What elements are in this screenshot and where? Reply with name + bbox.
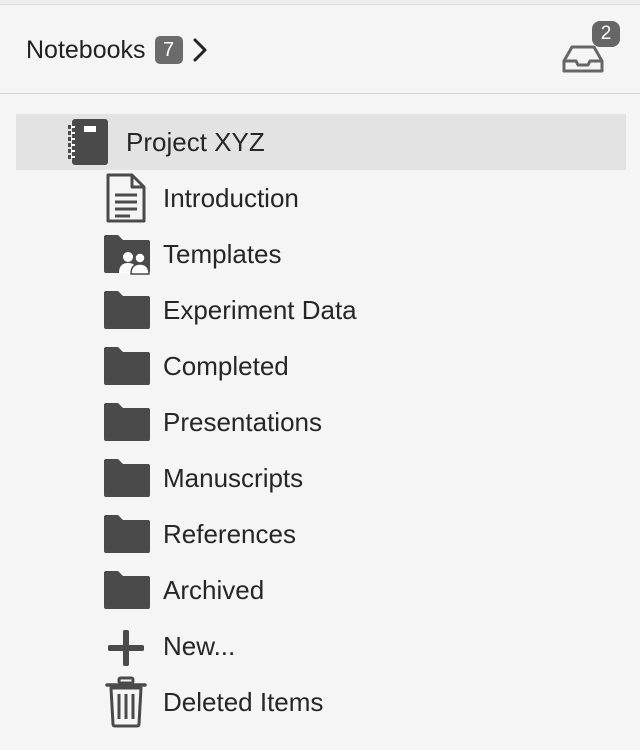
tree-item-introduction[interactable]: Introduction [16, 170, 626, 226]
tree-item-label: Completed [163, 350, 289, 381]
notebooks-link[interactable]: Notebooks 7 [26, 33, 209, 67]
folder-icon [104, 459, 150, 497]
tree-item-label: Deleted Items [163, 686, 324, 717]
document-icon [106, 173, 146, 223]
shared-folder-icon [104, 235, 150, 275]
tree-item-label: Manuscripts [163, 462, 304, 493]
tree-item-label: Archived [163, 574, 265, 605]
tree-item-new[interactable]: New... [16, 618, 626, 674]
inbox-button[interactable]: 2 [556, 21, 622, 79]
notebooks-label: Notebooks [26, 35, 146, 64]
folder-icon [104, 403, 150, 441]
tree-item-templates[interactable]: Templates [16, 226, 626, 282]
tree-item-label: Presentations [163, 406, 322, 437]
tree-item-references[interactable]: References [16, 506, 626, 562]
tree-item-completed[interactable]: Completed [16, 338, 626, 394]
tree-item-deleted-items[interactable]: Deleted Items [16, 674, 626, 730]
notebook-label: Project XYZ [126, 126, 265, 157]
notebooks-header: Notebooks 7 2 [0, 5, 640, 94]
chevron-right-icon [193, 38, 207, 62]
notebook-icon [68, 119, 108, 165]
tree-item-label: References [163, 518, 296, 549]
notebook-tree: Project XYZ Introduction Templates Exper… [0, 94, 640, 750]
tree-item-label: Experiment Data [163, 294, 357, 325]
tree-item-label: Introduction [163, 182, 299, 213]
inbox-count-badge: 2 [592, 21, 620, 47]
tree-item-experiment-data[interactable]: Experiment Data [16, 282, 626, 338]
notebook-project-xyz[interactable]: Project XYZ [16, 114, 626, 170]
trash-icon [105, 676, 147, 728]
tree-item-presentations[interactable]: Presentations [16, 394, 626, 450]
plus-icon [108, 630, 144, 666]
folder-icon [104, 347, 150, 385]
notebooks-count-badge: 7 [154, 36, 183, 64]
folder-icon [104, 515, 150, 553]
tree-item-label: Templates [163, 238, 282, 269]
folder-icon [104, 571, 150, 609]
tree-item-archived[interactable]: Archived [16, 562, 626, 618]
tree-item-manuscripts[interactable]: Manuscripts [16, 450, 626, 506]
tree-item-label: New... [163, 630, 236, 661]
folder-icon [104, 291, 150, 329]
